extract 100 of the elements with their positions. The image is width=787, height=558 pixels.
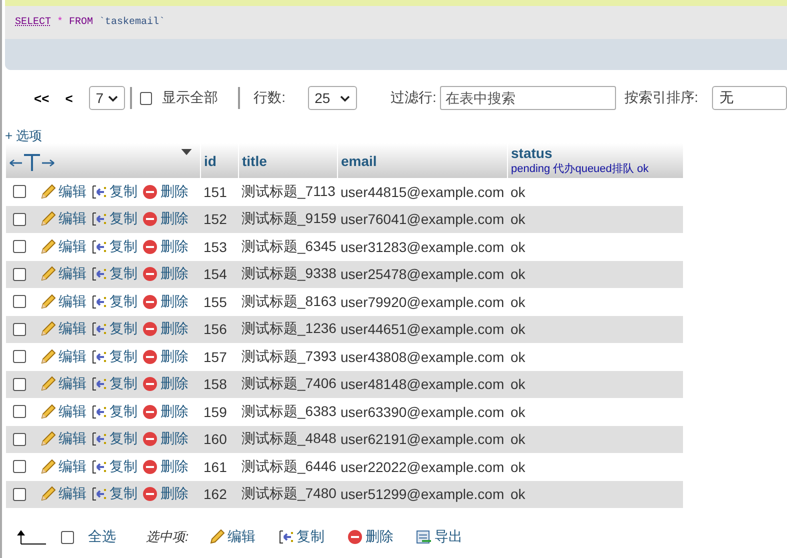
pencil-icon[interactable]	[40, 404, 56, 420]
copy-icon[interactable]	[90, 321, 106, 338]
rows-select[interactable]: 25	[308, 86, 357, 110]
delete-icon[interactable]	[142, 404, 158, 420]
copy-link[interactable]: 复制	[110, 238, 138, 256]
delete-icon[interactable]	[142, 486, 158, 502]
pencil-icon[interactable]	[40, 376, 56, 392]
pencil-icon[interactable]	[40, 321, 56, 338]
bulk-action-link[interactable]: 复制	[296, 528, 325, 546]
edit-link[interactable]: 编辑	[58, 485, 86, 504]
delete-link[interactable]: 删除	[160, 458, 188, 476]
edit-link[interactable]: 编辑	[58, 292, 86, 311]
copy-icon[interactable]	[90, 348, 106, 365]
copy-icon[interactable]	[90, 211, 106, 228]
checkbox[interactable]	[61, 530, 74, 544]
delete-link[interactable]: 删除	[160, 430, 188, 448]
pencil-icon[interactable]	[40, 458, 56, 475]
row-checkbox[interactable]	[12, 350, 26, 364]
pencil-icon[interactable]	[208, 529, 225, 545]
copy-icon[interactable]	[90, 458, 106, 475]
sort-triangle-icon[interactable]	[181, 149, 192, 156]
pencil-icon[interactable]	[40, 211, 56, 228]
pencil-icon[interactable]	[40, 294, 56, 310]
bulk-action-link[interactable]: 导出	[434, 528, 463, 546]
pencil-icon[interactable]	[40, 238, 56, 255]
copy-link[interactable]: 复制	[110, 265, 138, 284]
edit-link[interactable]: 编辑	[58, 458, 86, 476]
edit-link[interactable]: 编辑	[58, 182, 86, 201]
copy-icon[interactable]	[90, 404, 106, 420]
copy-link[interactable]: 复制	[110, 320, 138, 338]
delete-link[interactable]: 删除	[160, 210, 188, 228]
edit-link[interactable]: 编辑	[58, 320, 86, 338]
row-checkbox[interactable]	[12, 322, 26, 336]
edit-link[interactable]: 编辑	[58, 265, 86, 284]
copy-icon[interactable]	[90, 266, 106, 282]
column-header[interactable]: title	[238, 143, 338, 178]
delete-icon[interactable]	[142, 184, 158, 200]
copy-icon[interactable]	[90, 238, 106, 255]
first-page-link[interactable]: <<	[34, 90, 50, 106]
pencil-icon[interactable]	[40, 486, 56, 502]
delete-icon[interactable]	[142, 458, 158, 475]
copy-link[interactable]: 复制	[110, 210, 138, 228]
delete-icon[interactable]	[142, 266, 158, 282]
pencil-icon[interactable]	[40, 348, 56, 365]
copy-link[interactable]: 复制	[110, 292, 138, 311]
column-header[interactable]: email	[338, 143, 508, 178]
copy-link[interactable]: 复制	[110, 458, 138, 476]
delete-icon[interactable]	[142, 376, 158, 392]
delete-link[interactable]: 删除	[160, 292, 188, 311]
column-header[interactable]: status pending 代办queued排队 ok	[508, 143, 682, 178]
row-checkbox[interactable]	[12, 295, 26, 308]
row-checkbox[interactable]	[12, 212, 26, 226]
pencil-icon[interactable]	[40, 266, 56, 282]
delete-icon[interactable]	[142, 321, 158, 338]
delete-link[interactable]: 删除	[160, 402, 188, 421]
delete-icon[interactable]	[142, 211, 158, 228]
copy-icon[interactable]	[90, 294, 106, 310]
edit-link[interactable]: 编辑	[58, 375, 86, 394]
delete-link[interactable]: 删除	[160, 182, 188, 201]
edit-link[interactable]: 编辑	[58, 430, 86, 448]
row-checkbox[interactable]	[12, 488, 26, 501]
delete-link[interactable]: 删除	[160, 238, 188, 256]
edit-link[interactable]: 编辑	[58, 348, 86, 366]
arrows-icon[interactable]	[8, 153, 56, 171]
copy-link[interactable]: 复制	[110, 430, 138, 448]
copy-icon[interactable]	[278, 529, 294, 545]
delete-link[interactable]: 删除	[160, 485, 188, 504]
delete-icon[interactable]	[142, 431, 158, 448]
delete-icon[interactable]	[142, 348, 158, 365]
column-header[interactable]: id	[200, 143, 238, 178]
sort-select[interactable]: 无	[712, 86, 787, 110]
page-select[interactable]: 7	[88, 86, 125, 110]
row-checkbox[interactable]	[12, 460, 26, 474]
checkbox[interactable]	[140, 92, 152, 104]
copy-link[interactable]: 复制	[110, 375, 138, 394]
copy-icon[interactable]	[90, 184, 106, 200]
search-field[interactable]: 在表中搜索	[440, 86, 616, 110]
pencil-icon[interactable]	[40, 184, 56, 200]
delete-icon[interactable]	[142, 294, 158, 310]
edit-link[interactable]: 编辑	[58, 402, 86, 421]
copy-link[interactable]: 复制	[110, 348, 138, 366]
copy-icon[interactable]	[90, 376, 106, 392]
select-all-label[interactable]: 全选	[88, 528, 116, 546]
edit-link[interactable]: 编辑	[58, 210, 86, 228]
options-link[interactable]: + 选项	[5, 127, 787, 143]
copy-link[interactable]: 复制	[110, 402, 138, 421]
delete-icon[interactable]	[142, 238, 158, 255]
delete-link[interactable]: 删除	[160, 320, 188, 338]
row-checkbox[interactable]	[12, 378, 26, 391]
row-checkbox[interactable]	[12, 185, 26, 198]
copy-link[interactable]: 复制	[110, 485, 138, 504]
delete-icon[interactable]	[346, 529, 363, 545]
delete-link[interactable]: 删除	[160, 348, 188, 366]
row-checkbox[interactable]	[12, 268, 26, 281]
copy-icon[interactable]	[90, 431, 106, 448]
previous-page-link[interactable]: <	[65, 90, 73, 106]
delete-link[interactable]: 删除	[160, 265, 188, 284]
bulk-action-link[interactable]: 删除	[366, 528, 394, 546]
export-icon[interactable]	[416, 529, 432, 545]
edit-link[interactable]: 编辑	[58, 238, 86, 256]
